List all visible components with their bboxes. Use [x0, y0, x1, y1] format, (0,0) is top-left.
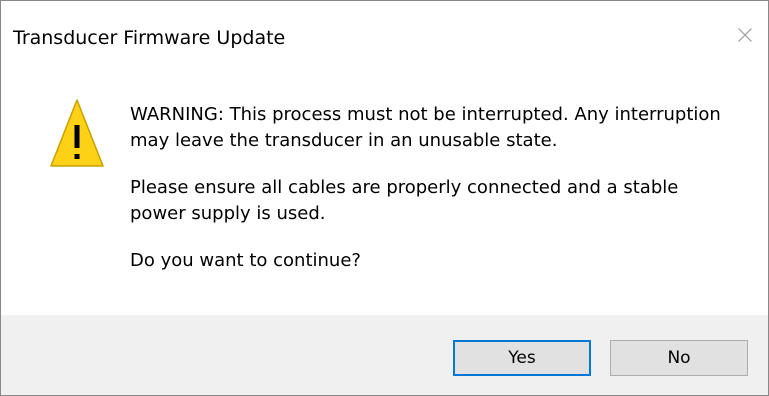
no-button[interactable]: No: [610, 340, 748, 376]
button-bar: Yes No: [1, 315, 768, 395]
no-button-label: No: [667, 348, 691, 368]
close-icon: [738, 28, 752, 42]
instruction-text: Please ensure all cables are properly co…: [130, 177, 679, 224]
yes-button-label: Yes: [508, 348, 536, 368]
title-bar: Transducer Firmware Update: [1, 1, 768, 63]
dialog-title: Transducer Firmware Update: [13, 27, 286, 49]
warning-text: WARNING: This process must not be interr…: [130, 104, 721, 151]
question-text: Do you want to continue?: [130, 250, 361, 271]
message-dialog: Transducer Firmware Update WARNING: This…: [0, 0, 769, 396]
close-button[interactable]: [720, 15, 768, 55]
yes-button[interactable]: Yes: [453, 340, 591, 376]
dialog-message: WARNING: This process must not be interr…: [130, 102, 730, 274]
warning-icon: [50, 99, 104, 167]
